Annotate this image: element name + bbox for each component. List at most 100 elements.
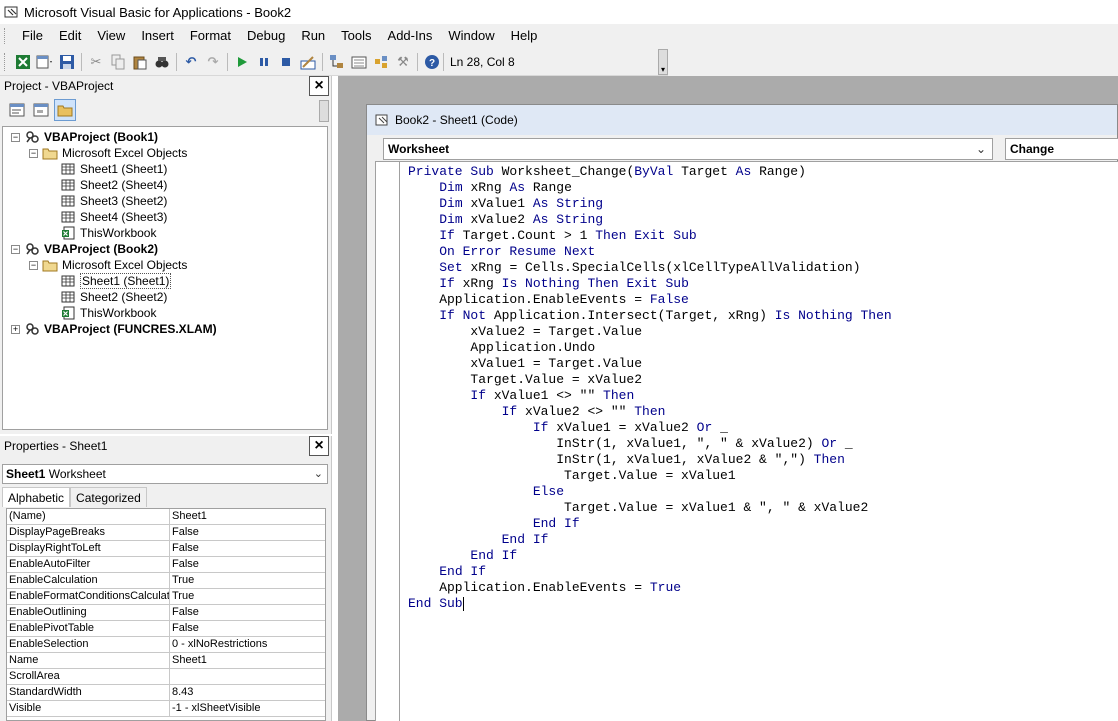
properties-window-icon[interactable] <box>348 51 370 73</box>
view-excel-icon[interactable] <box>12 51 34 73</box>
paste-icon[interactable] <box>129 51 151 73</box>
property-value[interactable]: True <box>170 573 325 588</box>
property-value[interactable]: 0 - xlNoRestrictions <box>170 637 325 652</box>
code-line[interactable]: If xValue2 <> "" Then <box>408 404 1118 420</box>
code-line[interactable]: Application.Undo <box>408 340 1118 356</box>
code-line[interactable]: If xRng Is Nothing Then Exit Sub <box>408 276 1118 292</box>
property-value[interactable]: Sheet1 <box>170 653 325 668</box>
tree-item[interactable]: Sheet3 (Sheet2) <box>3 193 327 209</box>
code-line[interactable]: If Not Application.Intersect(Target, xRn… <box>408 308 1118 324</box>
code-lines[interactable]: Private Sub Worksheet_Change(ByVal Targe… <box>400 164 1118 721</box>
toolbox-icon[interactable]: ⚒ <box>392 51 414 73</box>
property-row[interactable]: Name Sheet1 <box>7 653 325 669</box>
property-value[interactable]: False <box>170 541 325 556</box>
menu-help[interactable]: Help <box>503 24 546 48</box>
code-line[interactable]: Else <box>408 484 1118 500</box>
code-line[interactable]: InStr(1, xValue1, ", " & xValue2) Or _ <box>408 436 1118 452</box>
tree-item[interactable]: Sheet2 (Sheet2) <box>3 289 327 305</box>
menu-file[interactable]: File <box>14 24 51 48</box>
code-line[interactable]: Target.Value = xValue1 & ", " & xValue2 <box>408 500 1118 516</box>
help-icon[interactable]: ? <box>421 51 443 73</box>
code-line[interactable]: xValue1 = Target.Value <box>408 356 1118 372</box>
tab-categorized[interactable]: Categorized <box>70 487 147 507</box>
save-icon[interactable] <box>56 51 78 73</box>
code-line[interactable]: Target.Value = xValue1 <box>408 468 1118 484</box>
property-value[interactable]: -1 - xlSheetVisible <box>170 701 325 716</box>
code-line[interactable]: End If <box>408 516 1118 532</box>
expand-icon[interactable]: + <box>11 324 20 334</box>
design-mode-icon[interactable] <box>297 51 319 73</box>
tree-item[interactable]: Sheet4 (Sheet3) <box>3 209 327 225</box>
tree-item[interactable]: − Microsoft Excel Objects <box>3 257 327 273</box>
property-value[interactable]: Sheet1 <box>170 509 325 524</box>
property-value[interactable] <box>170 669 325 684</box>
collapse-icon[interactable]: − <box>29 260 38 270</box>
code-line[interactable]: If xValue1 = xValue2 Or _ <box>408 420 1118 436</box>
property-row[interactable]: EnableSelection 0 - xlNoRestrictions <box>7 637 325 653</box>
project-explorer-icon[interactable] <box>326 51 348 73</box>
code-line[interactable]: Application.EnableEvents = True <box>408 580 1118 596</box>
tree-item[interactable]: − VBAProject (Book2) <box>3 241 327 257</box>
toolbar-grip[interactable] <box>4 52 8 71</box>
tree-item[interactable]: Sheet2 (Sheet4) <box>3 177 327 193</box>
project-close-button[interactable]: × <box>309 76 329 96</box>
menu-window[interactable]: Window <box>440 24 502 48</box>
code-line[interactable]: Target.Value = xValue2 <box>408 372 1118 388</box>
view-object-icon[interactable] <box>30 99 52 121</box>
code-line[interactable]: If Target.Count > 1 Then Exit Sub <box>408 228 1118 244</box>
cut-icon[interactable]: ✂ <box>85 51 107 73</box>
code-line[interactable]: Set xRng = Cells.SpecialCells(xlCellType… <box>408 260 1118 276</box>
copy-icon[interactable] <box>107 51 129 73</box>
property-row[interactable]: EnableCalculation True <box>7 573 325 589</box>
menu-tools[interactable]: Tools <box>333 24 379 48</box>
collapse-icon[interactable]: − <box>11 132 20 142</box>
code-line[interactable]: End If <box>408 564 1118 580</box>
menu-insert[interactable]: Insert <box>133 24 182 48</box>
collapse-icon[interactable]: − <box>11 244 20 254</box>
property-row[interactable]: EnableFormatConditionsCalculatio True <box>7 589 325 605</box>
property-row[interactable]: (Name) Sheet1 <box>7 509 325 525</box>
reset-icon[interactable] <box>275 51 297 73</box>
tree-item[interactable]: − Microsoft Excel Objects <box>3 145 327 161</box>
code-line[interactable]: End Sub <box>408 596 1118 612</box>
menu-debug[interactable]: Debug <box>239 24 293 48</box>
code-line[interactable]: Application.EnableEvents = False <box>408 292 1118 308</box>
project-toolbar-options[interactable] <box>319 100 329 122</box>
code-window-titlebar[interactable]: Book2 - Sheet1 (Code) <box>367 105 1117 135</box>
tree-item[interactable]: − VBAProject (Book1) <box>3 129 327 145</box>
property-row[interactable]: EnablePivotTable False <box>7 621 325 637</box>
property-value[interactable]: True <box>170 589 325 604</box>
property-row[interactable]: StandardWidth 8.43 <box>7 685 325 701</box>
menu-run[interactable]: Run <box>293 24 333 48</box>
break-icon[interactable] <box>253 51 275 73</box>
tree-item[interactable]: ThisWorkbook <box>3 305 327 321</box>
property-row[interactable]: EnableAutoFilter False <box>7 557 325 573</box>
view-code-icon[interactable] <box>6 99 28 121</box>
code-line[interactable]: On Error Resume Next <box>408 244 1118 260</box>
tree-item[interactable]: + VBAProject (FUNCRES.XLAM) <box>3 321 327 337</box>
code-line[interactable]: If xValue1 <> "" Then <box>408 388 1118 404</box>
tree-item[interactable]: ThisWorkbook <box>3 225 327 241</box>
object-browser-icon[interactable] <box>370 51 392 73</box>
properties-object-select[interactable]: Sheet1 Worksheet ⌄ <box>2 464 328 484</box>
find-icon[interactable] <box>151 51 173 73</box>
margin-indicator-bar[interactable] <box>376 162 400 721</box>
menu-addins[interactable]: Add-Ins <box>380 24 441 48</box>
insert-userform-icon[interactable] <box>34 51 56 73</box>
code-line[interactable]: InStr(1, xValue1, xValue2 & ",") Then <box>408 452 1118 468</box>
properties-close-button[interactable]: × <box>309 436 329 456</box>
redo-icon[interactable]: ↷ <box>202 51 224 73</box>
code-line[interactable]: Dim xValue2 As String <box>408 212 1118 228</box>
code-line[interactable]: End If <box>408 548 1118 564</box>
toggle-folders-icon[interactable] <box>54 99 76 121</box>
property-row[interactable]: DisplayPageBreaks False <box>7 525 325 541</box>
code-line[interactable]: Dim xValue1 As String <box>408 196 1118 212</box>
property-row[interactable]: Visible -1 - xlSheetVisible <box>7 701 325 717</box>
property-value[interactable]: False <box>170 621 325 636</box>
property-value[interactable]: False <box>170 605 325 620</box>
code-line[interactable]: xValue2 = Target.Value <box>408 324 1118 340</box>
property-row[interactable]: EnableOutlining False <box>7 605 325 621</box>
menu-view[interactable]: View <box>89 24 133 48</box>
tree-item[interactable]: Sheet1 (Sheet1) <box>3 273 327 289</box>
menu-edit[interactable]: Edit <box>51 24 89 48</box>
